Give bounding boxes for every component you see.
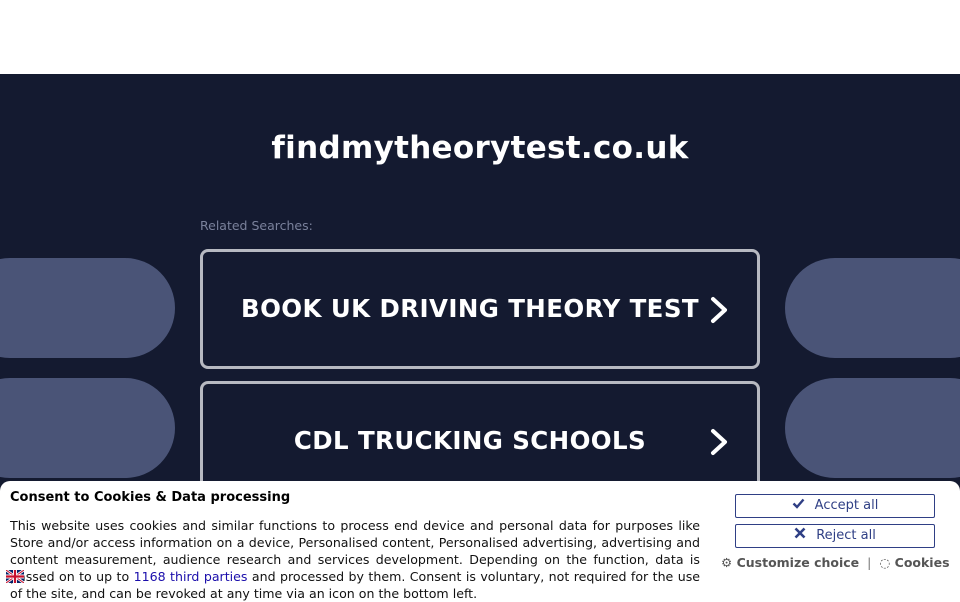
cookies-link[interactable]: ◌ Cookies <box>879 555 949 570</box>
chevron-right-icon <box>711 429 727 455</box>
decorative-blob <box>785 258 960 358</box>
x-icon <box>794 527 806 539</box>
separator: | <box>867 555 872 570</box>
third-parties-link[interactable]: 1168 third parties <box>134 569 248 584</box>
uk-flag-icon[interactable] <box>6 570 24 583</box>
decorative-blob <box>785 378 960 478</box>
domain-title: findmytheorytest.co.uk <box>271 130 689 166</box>
related-search-link[interactable]: BOOK UK DRIVING THEORY TEST <box>200 249 760 369</box>
related-searches-label: Related Searches: <box>200 218 313 233</box>
accept-all-button[interactable]: Accept all <box>735 494 935 518</box>
check-icon <box>792 498 805 509</box>
cookie-icon: ◌ <box>879 555 891 570</box>
reject-all-label: Reject all <box>816 528 876 543</box>
customize-choice-label: Customize choice <box>736 555 860 570</box>
accept-all-label: Accept all <box>814 498 879 513</box>
gear-icon: ⚙ <box>721 555 733 570</box>
top-white-bar <box>0 0 960 74</box>
cookies-label: Cookies <box>894 555 950 570</box>
cookie-consent-banner: Consent to Cookies & Data processing Thi… <box>0 481 960 602</box>
related-search-label: BOOK UK DRIVING THEORY TEST <box>241 294 699 323</box>
consent-links: ⚙ Customize choice | ◌ Cookies <box>721 555 950 570</box>
consent-text: This website uses cookies and similar fu… <box>10 517 700 602</box>
decorative-blob <box>0 258 175 358</box>
customize-choice-link[interactable]: ⚙ Customize choice <box>721 555 859 570</box>
reject-all-button[interactable]: Reject all <box>735 524 935 548</box>
consent-title: Consent to Cookies & Data processing <box>10 490 291 505</box>
chevron-right-icon <box>711 297 727 323</box>
decorative-blob <box>0 378 175 478</box>
